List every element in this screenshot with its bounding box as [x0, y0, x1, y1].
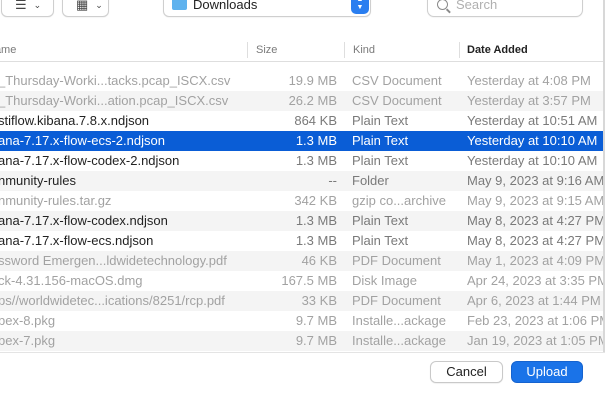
file-kind: CSV Document — [352, 93, 442, 108]
file-kind: Plain Text — [352, 233, 409, 248]
column-divider[interactable] — [459, 42, 460, 58]
file-row[interactable]: stiflow.kibana.7.8.x.ndjson 864 KB Plain T… — [0, 111, 605, 131]
location-popup[interactable]: Downloads ▲▼ — [163, 0, 371, 17]
file-row[interactable]: ana-7.17.x-flow-codex-2.ndjson 1.3 MB Plai… — [0, 151, 605, 171]
file-name: stiflow.kibana.7.8.x.ndjson — [0, 113, 150, 128]
file-row: ck-4.31.156-macOS.dmg 167.5 MB Disk Image A… — [0, 271, 605, 291]
grid-icon: ▦ — [76, 0, 89, 12]
dialog-footer: Cancel Upload — [0, 352, 605, 400]
file-kind: gzip co...archive — [352, 193, 446, 208]
file-date-added: May 9, 2023 at 9:15 AM — [467, 193, 605, 208]
file-kind: Installe...ackage — [352, 313, 446, 328]
file-kind: Plain Text — [352, 213, 409, 228]
file-date-added: May 8, 2023 at 4:27 PM — [467, 233, 605, 248]
list-icon: ☰ — [15, 0, 27, 12]
file-name: nmunity-rules.tar.gz — [0, 193, 112, 208]
file-row: ssword Emergen...ldwidetechnology.pdf 46 … — [0, 251, 605, 271]
file-list: _Thursday-Worki...tacks.pcap_ISCX.csv 19.… — [0, 71, 605, 351]
file-date-added: Apr 6, 2023 at 1:44 PM — [467, 293, 601, 308]
file-row: nmunity-rules.tar.gz 342 KB gzip co...arch… — [0, 191, 605, 211]
file-size: 46 KB — [301, 253, 337, 268]
file-name: _Thursday-Worki...ation.pcap_ISCX.csv — [0, 93, 229, 108]
file-size: 342 KB — [294, 193, 337, 208]
file-name: ana-7.17.x-flow-codex.ndjson — [0, 213, 168, 228]
file-date-added: Yesterday at 4:08 PM — [467, 73, 591, 88]
grid-view-button[interactable]: ▦ ⌄ — [62, 0, 109, 17]
file-size: 33 KB — [301, 293, 337, 308]
file-name: ssword Emergen...ldwidetechnology.pdf — [0, 253, 227, 268]
column-kind[interactable]: Kind — [353, 44, 375, 56]
file-date-added: May 1, 2023 at 4:09 PM — [467, 253, 605, 268]
file-name: bex-8.pkg — [0, 313, 56, 328]
file-kind: CSV Document — [352, 73, 442, 88]
file-date-added: Yesterday at 10:10 AM — [467, 153, 598, 168]
file-size: -- — [328, 173, 337, 188]
column-size[interactable]: Size — [256, 44, 277, 56]
chevron-down-icon: ⌄ — [95, 0, 103, 10]
column-date-added[interactable]: Date Added — [467, 44, 528, 56]
file-size: 19.9 MB — [288, 73, 337, 88]
search-icon — [437, 0, 448, 10]
file-size: 864 KB — [294, 113, 337, 128]
upload-button[interactable]: Upload — [511, 361, 583, 383]
column-divider[interactable] — [247, 42, 248, 58]
folder-icon — [172, 0, 187, 10]
search-input[interactable] — [456, 0, 576, 12]
file-date-added: Yesterday at 10:51 AM — [467, 113, 598, 128]
file-date-added: Feb 23, 2023 at 1:06 PM — [467, 313, 605, 328]
file-name: ck-4.31.156-macOS.dmg — [0, 273, 143, 288]
file-name: ps//worldwidetec...ications/8251/rcp.pdf — [0, 293, 225, 308]
file-size: 1.3 MB — [295, 133, 337, 148]
file-row[interactable]: ana-7.17.x-flow-codex.ndjson 1.3 MB Plain … — [0, 211, 605, 231]
file-date-added: Yesterday at 10:10 AM — [467, 133, 598, 148]
column-name[interactable]: Name — [0, 44, 16, 56]
file-date-added: May 8, 2023 at 4:27 PM — [467, 213, 605, 228]
file-row[interactable]: nmunity-rules -- Folder May 9, 2023 at 9:16… — [0, 171, 605, 191]
file-row: ps//worldwidetec...ications/8251/rcp.pdf… — [0, 291, 605, 311]
file-date-added: Yesterday at 3:57 PM — [467, 93, 591, 108]
file-size: 9.7 MB — [295, 313, 337, 328]
file-row: bex-8.pkg 9.7 MB Installe...ackage Feb 23, … — [0, 311, 605, 331]
chevron-down-icon: ⌄ — [33, 0, 42, 10]
file-kind: Plain Text — [352, 133, 409, 148]
file-row[interactable]: ana-7.17.x-flow-ecs-2.ndjson 1.3 MB Plain … — [0, 131, 605, 151]
file-size: 9.7 MB — [295, 333, 337, 348]
file-row: bex-7.pkg 9.7 MB Installe...ackage Jan 19, … — [0, 331, 605, 351]
file-size: 26.2 MB — [288, 93, 337, 108]
file-date-added: May 9, 2023 at 9:16 AM — [467, 173, 605, 188]
file-kind: PDF Document — [352, 293, 441, 308]
file-kind: Folder — [352, 173, 389, 188]
cancel-button[interactable]: Cancel — [430, 361, 503, 383]
file-date-added: Apr 24, 2023 at 3:35 PM — [467, 273, 605, 288]
file-size: 1.3 MB — [295, 213, 337, 228]
column-divider[interactable] — [344, 42, 345, 58]
file-kind: Disk Image — [352, 273, 418, 288]
file-kind: PDF Document — [352, 253, 441, 268]
dialog-toolbar: ☰ ⌄ ▦ ⌄ Downloads ▲▼ — [0, 0, 605, 22]
file-kind: Plain Text — [352, 153, 409, 168]
file-row: _Thursday-Worki...tacks.pcap_ISCX.csv 19.… — [0, 71, 605, 91]
file-name: bex-7.pkg — [0, 333, 56, 348]
location-label: Downloads — [193, 0, 258, 12]
file-size: 1.3 MB — [295, 153, 337, 168]
file-kind: Installe...ackage — [352, 333, 446, 348]
file-size: 167.5 MB — [281, 273, 337, 288]
file-name: ana-7.17.x-flow-ecs-2.ndjson — [0, 133, 165, 148]
search-field[interactable] — [427, 0, 583, 17]
file-kind: Plain Text — [352, 113, 409, 128]
file-size: 1.3 MB — [295, 233, 337, 248]
list-view-button[interactable]: ☰ ⌄ — [1, 0, 54, 17]
file-name: nmunity-rules — [0, 173, 77, 188]
file-row[interactable]: ana-7.17.x-flow-ecs.ndjson 1.3 MB Plain Te… — [0, 231, 605, 251]
file-name: ana-7.17.x-flow-codex-2.ndjson — [0, 153, 180, 168]
file-row: _Thursday-Worki...ation.pcap_ISCX.csv 26.… — [0, 91, 605, 111]
column-header: Name Size Kind Date Added — [0, 38, 605, 62]
file-name: ana-7.17.x-flow-ecs.ndjson — [0, 233, 154, 248]
file-name: _Thursday-Worki...tacks.pcap_ISCX.csv — [0, 73, 231, 88]
file-date-added: Jan 19, 2023 at 1:05 PM — [467, 333, 605, 348]
up-down-chevron-icon: ▲▼ — [351, 0, 369, 14]
